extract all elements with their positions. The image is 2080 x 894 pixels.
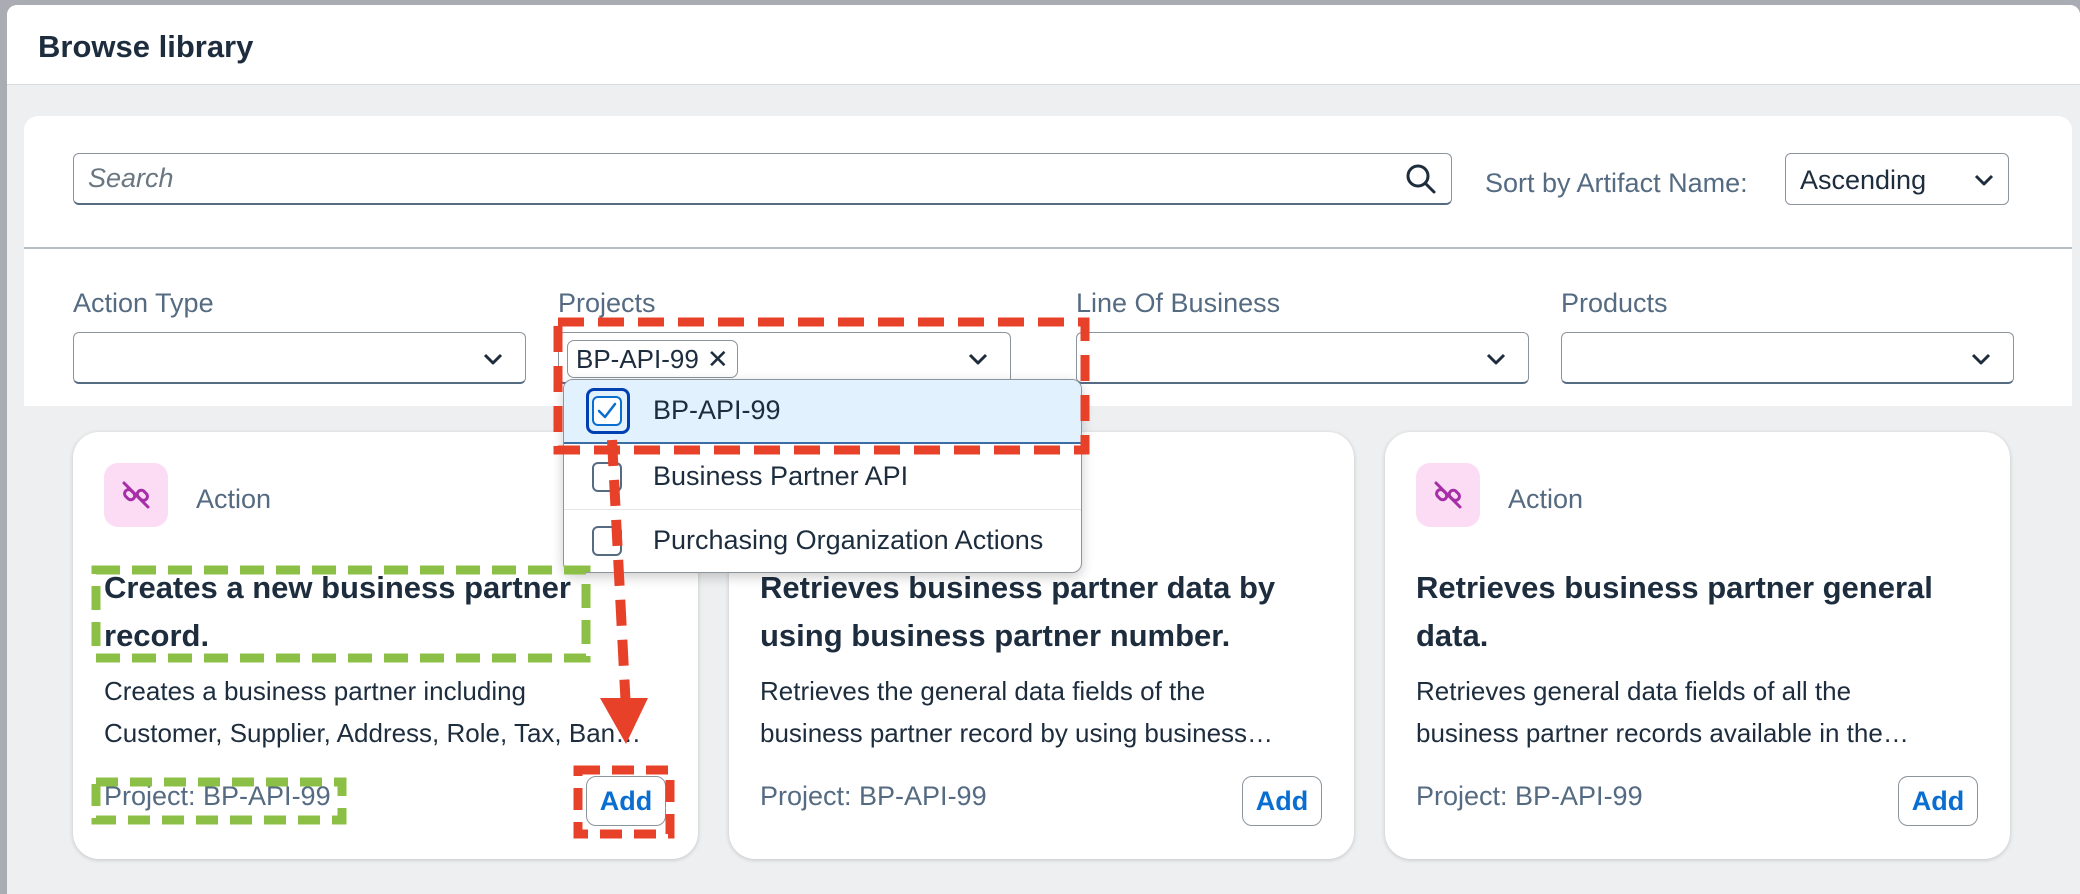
line-of-business-select[interactable] — [1076, 332, 1529, 384]
projects-dropdown-list: BP-API-99 Business Partner API Purchasin… — [563, 379, 1082, 573]
projects-select[interactable]: BP-API-99 ✕ — [558, 332, 1011, 384]
chevron-down-icon — [1486, 353, 1506, 365]
dropdown-option[interactable]: Business Partner API — [564, 446, 1081, 510]
card-project: Project: BP-API-99 — [760, 781, 987, 811]
action-link-icon — [104, 463, 168, 527]
action-link-icon — [1416, 463, 1480, 527]
search-field[interactable] — [73, 153, 1452, 205]
card-description: Retrieves general data fields of all the… — [1416, 676, 1883, 748]
add-button[interactable]: Add — [1242, 776, 1322, 826]
artifact-card[interactable]: Action Retrieves business partner genera… — [1385, 432, 2010, 859]
card-type: Action — [1508, 484, 1584, 514]
add-button[interactable]: Add — [1898, 776, 1978, 826]
checkbox[interactable] — [592, 396, 622, 426]
card-project: Project: BP-API-99 — [1416, 781, 1643, 811]
dropdown-option[interactable]: BP-API-99 — [564, 380, 1081, 444]
dropdown-option[interactable]: Purchasing Organization Actions — [564, 510, 1081, 572]
chevron-down-icon — [1974, 174, 1994, 186]
search-icon[interactable] — [1405, 163, 1437, 195]
panel-divider — [24, 247, 2072, 249]
action-type-select[interactable] — [73, 332, 526, 384]
dropdown-option-label: BP-API-99 — [653, 395, 781, 425]
chevron-down-icon[interactable] — [966, 347, 990, 371]
checkbox[interactable] — [592, 526, 622, 556]
chevron-down-icon — [483, 353, 503, 365]
dialog-header: Browse library — [7, 5, 2080, 85]
card-project: Project: BP-API-99 — [104, 781, 331, 811]
search-input[interactable] — [88, 154, 1388, 202]
products-select[interactable] — [1561, 332, 2014, 384]
project-token[interactable]: BP-API-99 ✕ — [567, 340, 738, 378]
project-token-label: BP-API-99 — [576, 343, 699, 374]
card-type: Action — [196, 484, 272, 514]
card-description: Creates a business partner including Cus… — [104, 676, 629, 748]
close-icon[interactable]: ✕ — [707, 346, 729, 372]
sort-label: Sort by Artifact Name: — [1485, 168, 1748, 198]
line-of-business-label: Line Of Business — [1076, 288, 1281, 318]
sort-value: Ascending — [1800, 165, 1927, 195]
dropdown-option-label: Business Partner API — [653, 461, 909, 491]
filter-panel: Sort by Artifact Name: Ascending Action … — [24, 116, 2072, 406]
dialog-title: Browse library — [38, 29, 254, 64]
card-title: Creates a new business partner record. — [104, 570, 571, 653]
checkbox[interactable] — [592, 462, 622, 492]
dropdown-option-label: Purchasing Organization Actions — [653, 525, 1044, 555]
card-title: Retrieves business partner data by using… — [760, 570, 1276, 653]
card-description: Retrieves the general data fields of the… — [760, 676, 1248, 748]
sort-select[interactable]: Ascending — [1785, 153, 2009, 205]
projects-label: Projects — [558, 288, 656, 318]
card-title: Retrieves business partner general data. — [1416, 570, 1933, 653]
chevron-down-icon — [1971, 353, 1991, 365]
check-icon — [597, 402, 617, 419]
add-button[interactable]: Add — [586, 776, 666, 826]
action-type-label: Action Type — [73, 288, 214, 318]
products-label: Products — [1561, 288, 1668, 318]
